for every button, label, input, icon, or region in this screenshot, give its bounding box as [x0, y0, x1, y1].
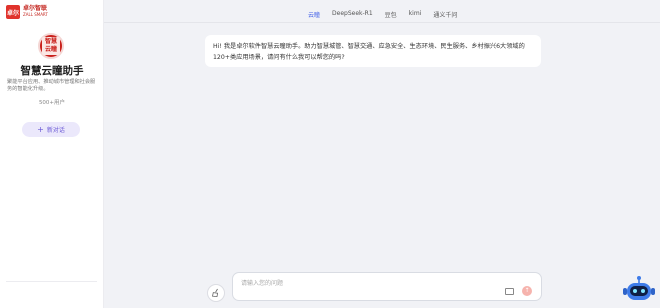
send-icon[interactable]: ↑: [522, 286, 532, 296]
assistant-seal: 智慧 云瞳: [42, 37, 60, 55]
clear-chat-button[interactable]: [207, 284, 225, 302]
user-count: 500+用户: [38, 100, 66, 106]
brand-logo: 卓尔 卓尔智联 ZALL SMART: [6, 5, 48, 19]
image-upload-icon[interactable]: [505, 288, 514, 295]
brand-name-en: ZALL SMART: [23, 12, 48, 17]
logo-mark: 卓尔: [6, 5, 20, 19]
plus-icon: +: [37, 125, 44, 134]
robot-assistant-icon[interactable]: [622, 274, 656, 304]
tabs-divider: [104, 22, 660, 23]
sidebar: 卓尔 卓尔智联 ZALL SMART 智慧 云瞳 智慧云瞳助手 聚能平台应用、推…: [0, 0, 104, 308]
question-input-placeholder: 请输入您的问题: [241, 280, 284, 287]
welcome-message: Hi! 我是卓尔软件智慧云瞳助手。助力智慧城管、智慧交通、应急安全、生态环境、民…: [205, 35, 541, 67]
assistant-avatar: 智慧 云瞳: [38, 33, 64, 59]
new-chat-button[interactable]: + 新对话: [22, 122, 80, 137]
new-chat-label: 新对话: [46, 127, 65, 134]
assistant-name: 智慧云瞳助手: [20, 65, 84, 77]
assistant-description: 聚能平台应用、推动城市管理和社会服务的智能化升级。: [7, 79, 96, 92]
sidebar-divider: [6, 281, 97, 282]
broom-icon: [212, 288, 219, 298]
question-input[interactable]: 请输入您的问题 ↑: [232, 272, 542, 301]
